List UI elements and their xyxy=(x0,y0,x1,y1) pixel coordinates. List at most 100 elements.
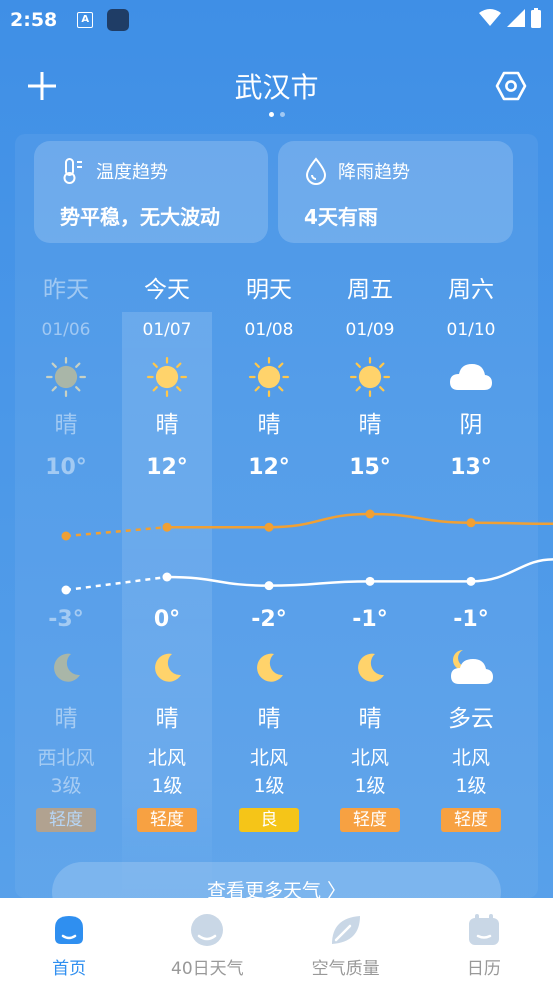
wind-level: 1级 xyxy=(151,775,183,797)
wind-direction: 西北风 xyxy=(37,747,95,769)
day-condition: 阴 xyxy=(459,412,483,438)
city-title: 武汉市 xyxy=(234,71,319,104)
settings-button[interactable] xyxy=(495,70,527,102)
aqi-badge: 轻度 xyxy=(137,808,197,832)
page-dot xyxy=(279,112,285,117)
low-temp: 0° xyxy=(153,607,181,632)
tab-home-label: 首页 xyxy=(52,959,87,979)
rain-trend-card[interactable]: 降雨趋势 4天有雨 xyxy=(278,141,513,243)
rain-trend-title: 降雨趋势 xyxy=(338,162,410,183)
wind-direction: 北风 xyxy=(451,747,490,769)
sun-icon xyxy=(219,352,319,402)
page-dot-active xyxy=(268,112,274,117)
tab-calendar[interactable]: 日历 xyxy=(415,898,553,984)
trend-point xyxy=(162,572,172,582)
low-temp: -3° xyxy=(48,607,84,632)
high-temp: 15° xyxy=(349,455,391,480)
cloud-icon xyxy=(421,352,521,402)
header: 武汉市 xyxy=(0,58,553,118)
day-label: 明天 xyxy=(246,277,292,303)
day-label: 周六 xyxy=(448,277,494,303)
day-label: 周五 xyxy=(347,277,393,303)
high-temp: 10° xyxy=(45,455,87,480)
aqi-badge: 轻度 xyxy=(441,808,501,832)
thermometer-icon xyxy=(63,158,82,184)
day-condition: 晴 xyxy=(54,412,78,438)
cloud-icon xyxy=(191,914,224,946)
day-column[interactable]: 周五 01/09 晴 15° xyxy=(320,270,420,488)
trend-point xyxy=(162,522,172,532)
tab-calendar-label: 日历 xyxy=(466,959,501,979)
trend-point xyxy=(365,509,375,519)
day-column[interactable]: 明天 01/08 晴 12° xyxy=(219,270,319,488)
night-condition: 晴 xyxy=(257,706,281,732)
trend-point xyxy=(466,518,476,528)
night-condition: 晴 xyxy=(155,706,179,732)
wind-level: 1级 xyxy=(253,775,285,797)
tab-air[interactable]: 空气质量 xyxy=(277,898,415,984)
trend-point xyxy=(264,522,274,532)
temperature-curve xyxy=(61,509,553,595)
high-temp: 13° xyxy=(450,455,492,480)
trend-point xyxy=(264,581,274,591)
trend-line xyxy=(166,558,553,587)
low-temp: -1° xyxy=(352,607,388,632)
page-indicator xyxy=(0,112,553,117)
sun-icon xyxy=(117,352,217,402)
trend-point xyxy=(466,576,476,586)
status-time: 2:58 xyxy=(10,9,58,31)
raindrop-icon xyxy=(305,157,327,185)
day-condition: 晴 xyxy=(155,412,179,438)
day-condition: 晴 xyxy=(257,412,281,438)
date-label: 01/09 xyxy=(345,320,395,340)
trend-point xyxy=(365,576,375,586)
day-label: 昨天 xyxy=(43,277,89,303)
wind-level: 1级 xyxy=(354,775,386,797)
night-column[interactable]: -1° 多云 北风 1级 轻度 xyxy=(421,598,521,840)
moon-icon xyxy=(16,642,116,694)
status-bar: 2:58 A xyxy=(0,0,553,40)
temp-trend-text: 势平稳，无大波动 xyxy=(60,205,220,229)
status-a-icon: A xyxy=(77,12,94,28)
low-temp: -2° xyxy=(251,607,287,632)
tab-air-label: 空气质量 xyxy=(311,959,380,979)
home-icon xyxy=(55,916,84,944)
wind-direction: 北风 xyxy=(147,747,186,769)
wind-level: 3级 xyxy=(50,775,82,797)
app-notification-icon xyxy=(107,9,130,31)
wind-direction: 北风 xyxy=(350,747,389,769)
trend-past-segment xyxy=(65,525,168,538)
tab-40day-label: 40日天气 xyxy=(171,959,244,979)
wind-level: 1级 xyxy=(455,775,487,797)
leaf-icon xyxy=(331,916,360,944)
night-column[interactable]: -3° 晴 西北风 3级 轻度 xyxy=(16,598,116,840)
day-column[interactable]: 今天 01/07 晴 12° xyxy=(117,270,217,488)
night-column[interactable]: 0° 晴 北风 1级 轻度 xyxy=(117,598,217,840)
day-column[interactable]: 昨天 01/06 晴 10° xyxy=(16,270,116,488)
signal-icon xyxy=(507,9,525,27)
tab-40day[interactable]: 40日天气 xyxy=(138,898,276,984)
aqi-badge: 良 xyxy=(239,808,299,832)
day-condition: 晴 xyxy=(358,412,382,438)
day-column[interactable]: 周六 01/10 阴 13° xyxy=(421,270,521,488)
tab-bar: 首页 40日天气 空气质量 日历 xyxy=(0,898,553,984)
high-temp: 12° xyxy=(146,455,188,480)
night-column[interactable]: -1° 晴 北风 1级 轻度 xyxy=(320,598,420,840)
night-condition: 晴 xyxy=(358,706,382,732)
date-label: 01/08 xyxy=(244,320,294,340)
tab-home[interactable]: 首页 xyxy=(0,898,138,984)
calendar-icon xyxy=(468,914,499,945)
trend-past-segment xyxy=(65,575,168,592)
high-temp: 12° xyxy=(248,455,290,480)
date-label: 01/10 xyxy=(446,320,496,340)
temp-trend-card[interactable]: 温度趋势 势平稳，无大波动 xyxy=(34,141,268,243)
wind-direction: 北风 xyxy=(249,747,288,769)
moon-icon xyxy=(219,642,319,694)
moon-icon xyxy=(117,642,217,694)
trend-point xyxy=(61,585,71,595)
night-condition: 晴 xyxy=(54,706,78,732)
night-column[interactable]: -2° 晴 北风 1级 良 xyxy=(219,598,319,840)
moon-cloud-icon xyxy=(421,642,521,694)
trend-line xyxy=(166,512,553,529)
status-indicators xyxy=(479,8,541,28)
